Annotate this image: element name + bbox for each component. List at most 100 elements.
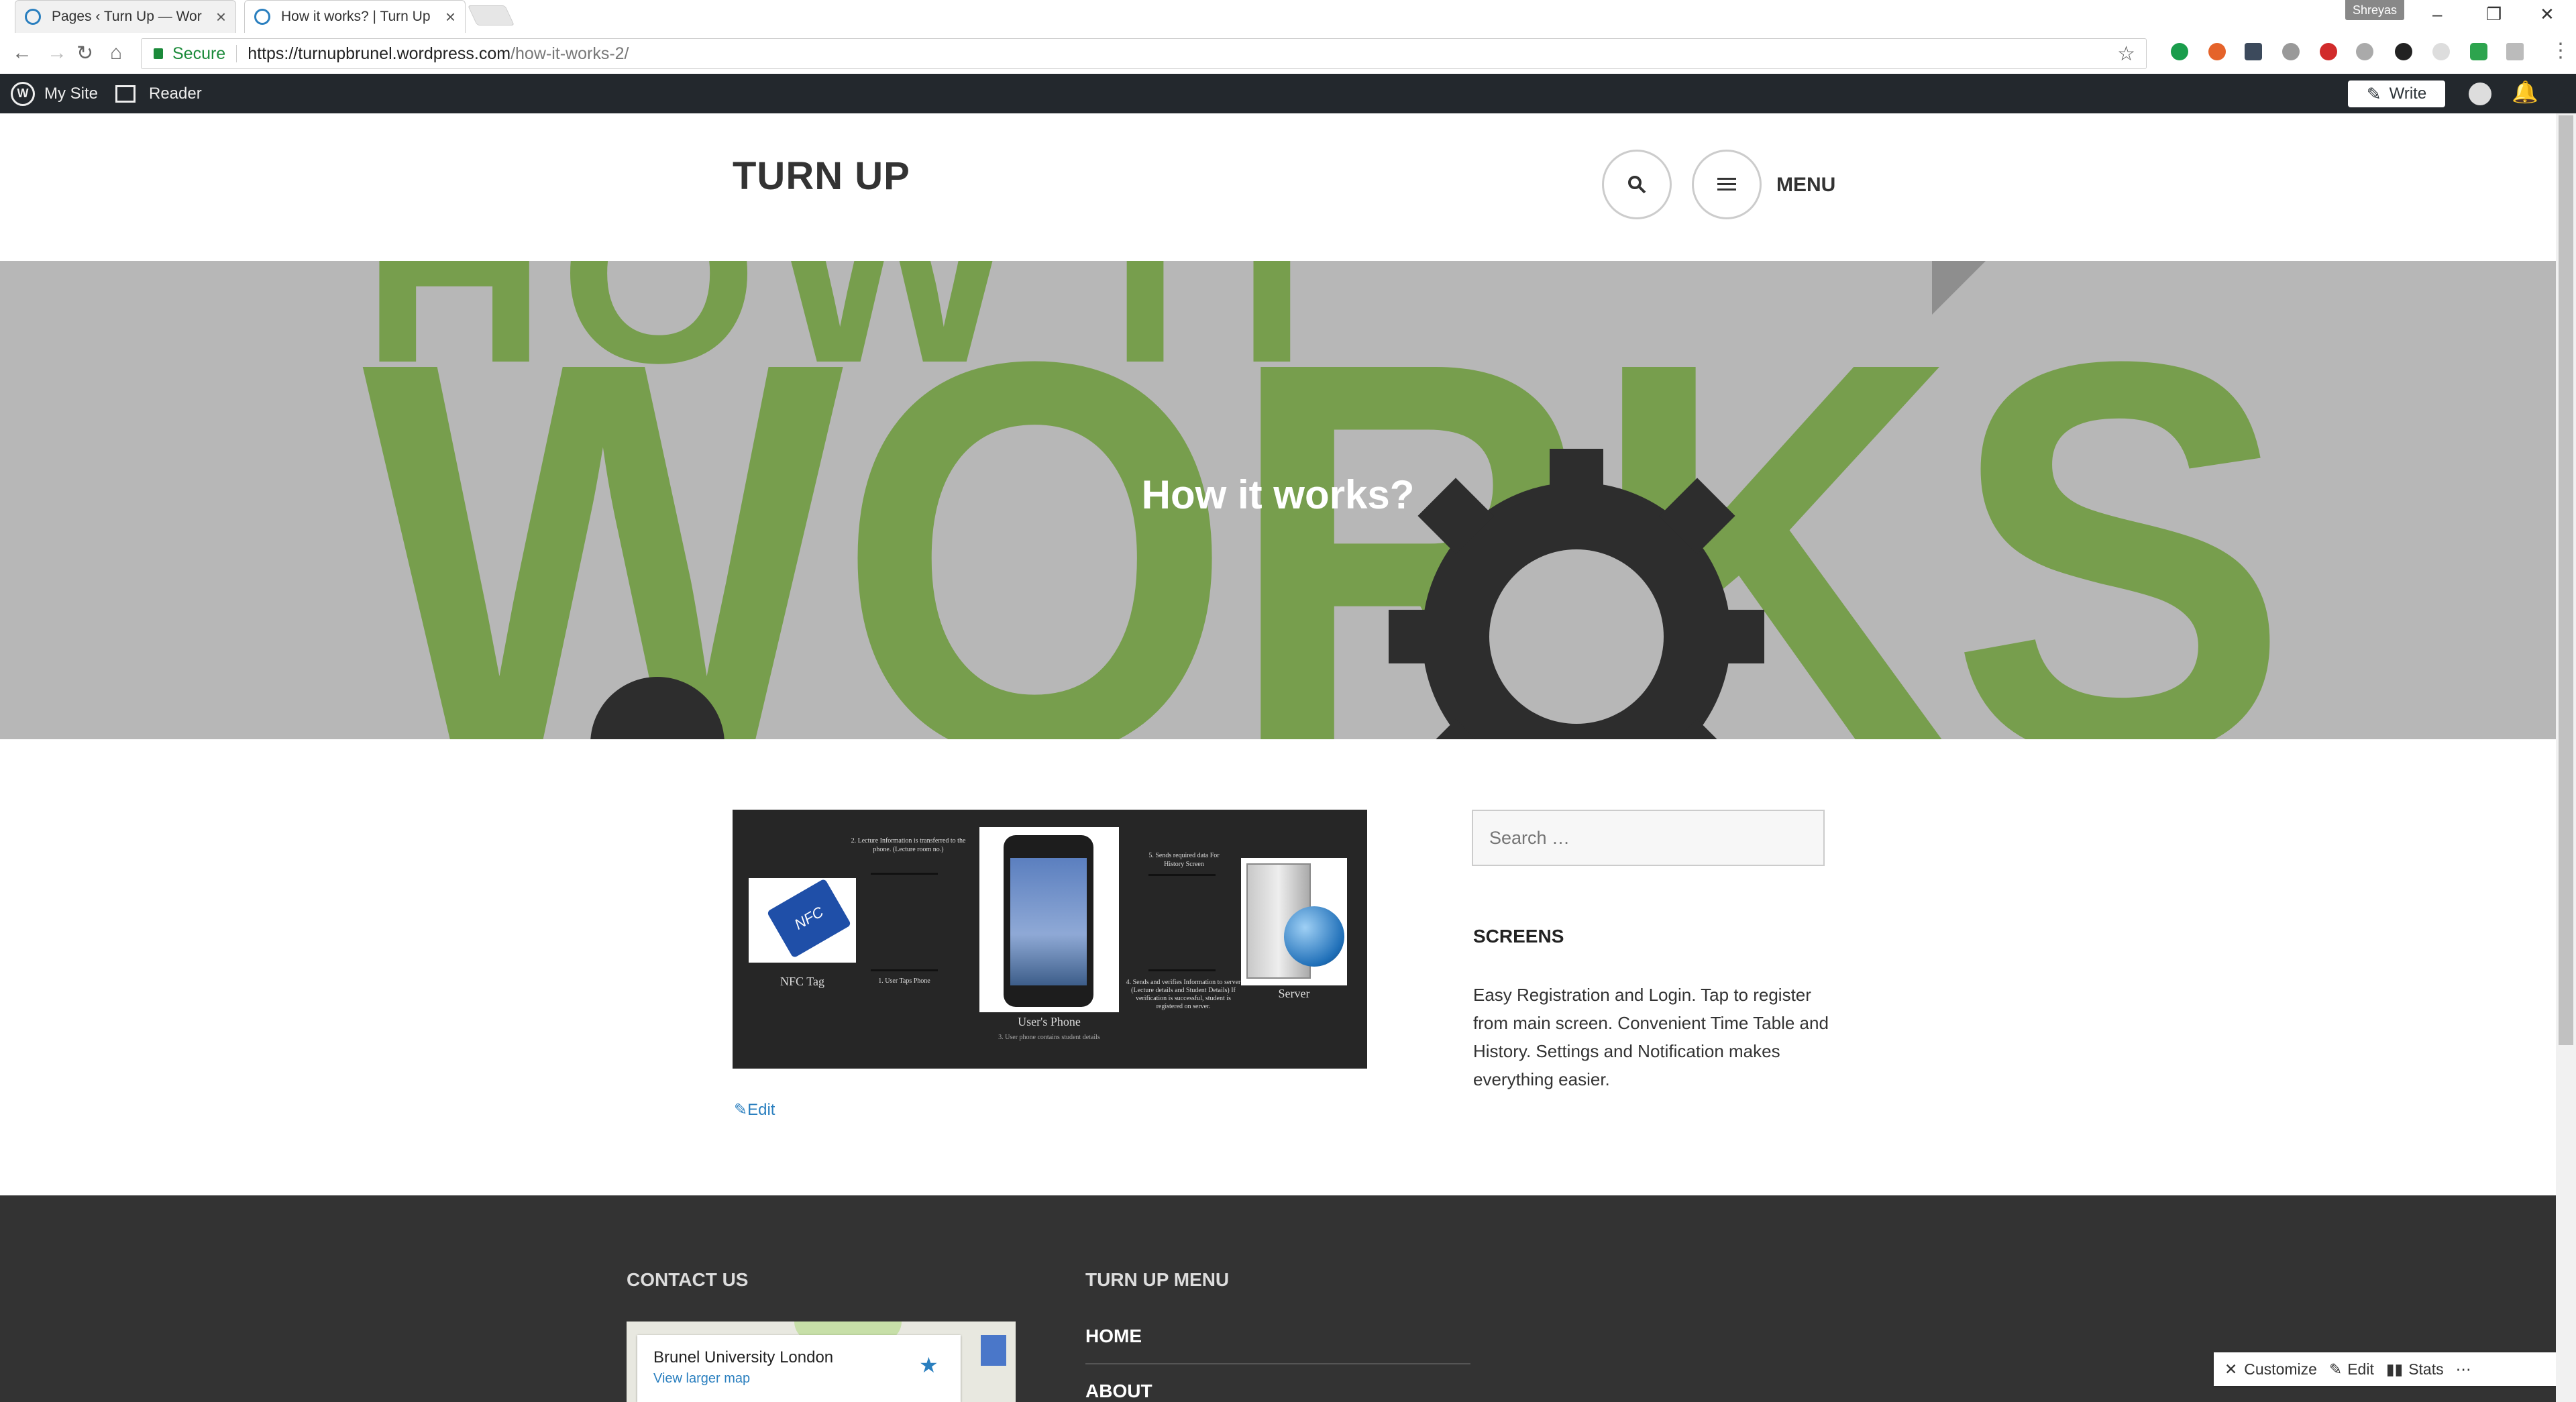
menu-toggle-button[interactable]	[1692, 150, 1762, 219]
extension-icon[interactable]	[2171, 43, 2188, 60]
phone-label: User's Phone	[1018, 1015, 1081, 1028]
site-footer	[0, 1195, 2556, 1402]
scrollbar-thumb[interactable]	[2559, 115, 2573, 1045]
hero-banner: HOW IT WORKS How it works?	[0, 261, 2556, 739]
step-5-text: 5. Sends required data For History Scree…	[1148, 852, 1220, 868]
browser-menu-icon[interactable]: ⋮	[2551, 39, 2571, 62]
my-site-link[interactable]: W My Site	[11, 74, 98, 113]
tools-icon: ✕	[2224, 1360, 2238, 1378]
site-header: TURN UP MENU	[0, 113, 2556, 261]
nfc-tag-label: NFC Tag	[780, 975, 824, 988]
more-options-icon[interactable]: ⋯	[2456, 1360, 2471, 1379]
notifications-bell-icon[interactable]: 🔔	[2512, 79, 2538, 105]
home-icon[interactable]: ⌂	[110, 42, 122, 64]
forward-icon[interactable]: →	[47, 42, 67, 64]
minimize-icon[interactable]: –	[2432, 4, 2442, 25]
widget-text: Easy Registration and Login. Tap to regi…	[1473, 985, 1829, 1089]
tab-title: How it works? | Turn Up	[281, 9, 431, 24]
new-tab-button[interactable]	[468, 5, 515, 25]
page-title: How it works?	[1141, 472, 1415, 517]
phone-body	[1004, 835, 1093, 1007]
pencil-icon: ✎	[2366, 83, 2381, 104]
extension-icon[interactable]	[2470, 43, 2487, 60]
write-button[interactable]: ✎ Write	[2348, 80, 2445, 107]
footer-menu-item-about[interactable]: ABOUT	[1085, 1381, 1152, 1402]
edit-link[interactable]: ✎Edit	[734, 1100, 775, 1120]
hamburger-icon	[1717, 178, 1736, 191]
step-4-text: 4. Sends and verifies Information to ser…	[1126, 979, 1241, 1010]
map-info-card: Brunel University London View larger map…	[637, 1335, 961, 1402]
my-site-label: My Site	[44, 84, 99, 103]
view-larger-map-link[interactable]: View larger map	[653, 1371, 750, 1387]
extension-icon[interactable]	[2395, 43, 2412, 60]
search-input[interactable]	[1472, 810, 1825, 866]
wp-admin-bar: W My Site Reader ✎ Write 🔔	[0, 74, 2576, 113]
extension-icon[interactable]	[2506, 43, 2524, 60]
search-icon	[1628, 176, 1646, 194]
write-label: Write	[2389, 85, 2427, 103]
divider	[1085, 1363, 1470, 1364]
extension-icon[interactable]	[2356, 43, 2373, 60]
wordpress-favicon-icon	[254, 9, 270, 25]
browser-tab-strip: Pages ‹ Turn Up — Wor × How it works? | …	[0, 0, 2576, 33]
customizer-toolbar: ✕ Customize ✎ Edit ▮▮ Stats ⋯	[2214, 1352, 2556, 1386]
secure-label: Secure	[172, 44, 226, 63]
tab-how-it-works[interactable]: How it works? | Turn Up ×	[244, 0, 466, 33]
footer-menu-item-home[interactable]: HOME	[1085, 1326, 1142, 1347]
extension-icon[interactable]	[2282, 43, 2300, 60]
contact-us-title: CONTACT US	[627, 1269, 749, 1290]
nfc-tag-image: NFC	[749, 878, 856, 963]
how-it-works-diagram: NFC NFC Tag 2. Lecture Information is tr…	[733, 810, 1367, 1069]
footer-menu-title: TURN UP MENU	[1085, 1269, 1230, 1290]
extension-icon[interactable]	[2245, 43, 2262, 60]
decorative-triangle	[1932, 261, 1986, 315]
server-image	[1241, 858, 1347, 985]
nfc-badge: NFC	[766, 878, 852, 959]
step-2-text: 2. Lecture Information is transferred to…	[851, 837, 966, 853]
map-place-name: Brunel University London	[653, 1348, 834, 1366]
profile-badge[interactable]: Shreyas	[2345, 0, 2404, 20]
phone-image	[979, 827, 1119, 1012]
street-view-icon[interactable]	[981, 1335, 1006, 1366]
save-star-icon[interactable]: ★	[919, 1352, 938, 1378]
address-bar[interactable]: Secure https://turnupbrunel.wordpress.co…	[141, 38, 2147, 69]
avatar[interactable]	[2469, 83, 2491, 105]
customizer-edit-link[interactable]: Edit	[2347, 1360, 2374, 1379]
url-path: /how-it-works-2/	[511, 44, 629, 63]
wordpress-favicon-icon	[25, 9, 41, 25]
widget-title: SCREENS	[1473, 926, 1564, 947]
gear-icon	[590, 677, 724, 739]
extension-icon[interactable]	[2432, 43, 2450, 60]
pencil-icon: ✎	[2328, 1360, 2343, 1378]
stats-bar-chart-icon: ▮▮	[2385, 1360, 2404, 1378]
phone-screen	[1010, 858, 1087, 985]
edit-label: Edit	[747, 1101, 775, 1119]
search-toggle-button[interactable]	[1602, 150, 1672, 219]
arrow	[871, 873, 938, 875]
extension-icon[interactable]	[2208, 43, 2226, 60]
menu-label[interactable]: MENU	[1776, 174, 1835, 197]
tab-title: Pages ‹ Turn Up — Wor	[52, 9, 202, 24]
wordpress-logo-icon: W	[11, 81, 35, 106]
reload-icon[interactable]: ↻	[76, 42, 93, 65]
adblock-icon[interactable]	[2320, 43, 2337, 60]
arrow	[1148, 874, 1216, 876]
restore-icon[interactable]: ❐	[2486, 4, 2502, 25]
back-icon[interactable]: ←	[12, 42, 32, 64]
tab-pages[interactable]: Pages ‹ Turn Up — Wor ×	[15, 0, 236, 33]
reader-link[interactable]: Reader	[115, 74, 202, 113]
tab-close-icon[interactable]: ×	[445, 7, 455, 28]
stats-link[interactable]: Stats	[2408, 1360, 2443, 1379]
arrow	[871, 969, 938, 971]
lock-icon	[154, 48, 163, 59]
reader-icon	[115, 85, 136, 103]
step-1-text: 1. User Taps Phone	[878, 977, 930, 985]
tab-close-icon[interactable]: ×	[216, 7, 226, 28]
arrow	[1148, 969, 1216, 971]
divider	[236, 45, 237, 62]
window-close-icon[interactable]: ✕	[2540, 4, 2555, 25]
site-title[interactable]: TURN UP	[733, 154, 910, 199]
step-3-text: 3. User phone contains student details	[998, 1034, 1100, 1041]
customize-link[interactable]: Customize	[2244, 1360, 2317, 1379]
bookmark-star-icon[interactable]: ☆	[2117, 42, 2135, 66]
